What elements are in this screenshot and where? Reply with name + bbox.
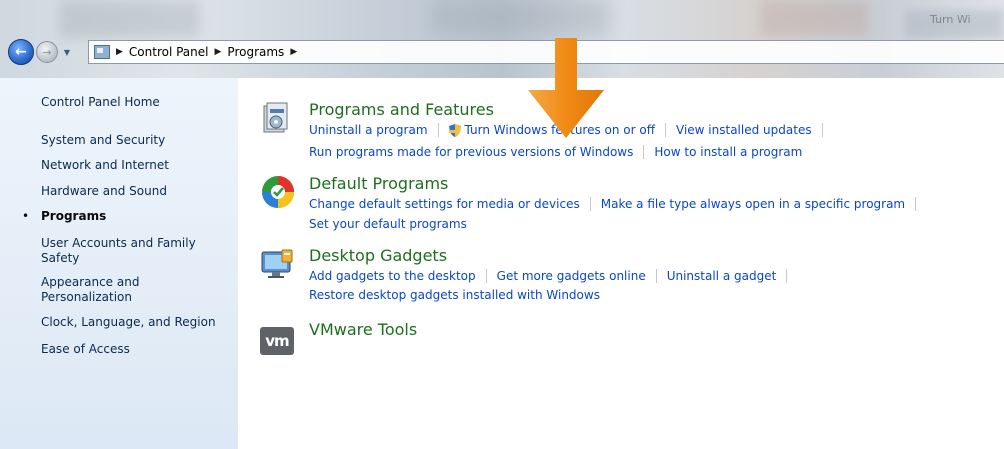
- nav-hardware-and-sound[interactable]: Hardware and Sound: [41, 184, 231, 199]
- programs-features-icon[interactable]: [260, 100, 296, 136]
- vmware-icon[interactable]: vm: [260, 327, 294, 355]
- link-divider: [821, 123, 823, 137]
- programs-and-features-title[interactable]: Programs and Features: [309, 100, 494, 119]
- add-gadgets-link[interactable]: Add gadgets to the desktop: [309, 269, 476, 283]
- nav-control-panel-home[interactable]: Control Panel Home: [41, 95, 231, 110]
- recent-pages-dropdown[interactable]: ▼: [61, 45, 73, 59]
- breadcrumb-chevron-icon[interactable]: ▶: [290, 47, 297, 57]
- vmware-tools-title[interactable]: VMware Tools: [309, 320, 417, 339]
- set-default-programs-link[interactable]: Set your default programs: [309, 217, 467, 231]
- run-older-programs-link[interactable]: Run programs made for previous versions …: [309, 145, 633, 159]
- default-programs-links-row1: Change default settings for media or dev…: [309, 197, 926, 211]
- arrow-right-icon: →: [42, 45, 52, 59]
- back-button[interactable]: ←: [8, 39, 34, 65]
- link-divider: [915, 197, 917, 211]
- get-more-gadgets-link[interactable]: Get more gadgets online: [497, 269, 646, 283]
- control-panel-icon: [94, 45, 110, 59]
- default-programs-title[interactable]: Default Programs: [309, 174, 448, 193]
- desktop-gadgets-title[interactable]: Desktop Gadgets: [309, 246, 447, 265]
- window-chrome: Turn Wi ← → ▼ ▶ Control Panel ▶ Programs…: [0, 0, 1004, 78]
- breadcrumb-chevron-icon[interactable]: ▶: [116, 47, 123, 57]
- left-nav-pane: Control Panel Home System and Security N…: [0, 78, 238, 449]
- nav-network-and-internet[interactable]: Network and Internet: [41, 158, 231, 173]
- nav-user-accounts[interactable]: User Accounts and Family Safety: [41, 236, 211, 266]
- uninstall-gadget-link[interactable]: Uninstall a gadget: [667, 269, 777, 283]
- how-to-install-link[interactable]: How to install a program: [654, 145, 802, 159]
- nav-system-and-security[interactable]: System and Security: [41, 133, 231, 148]
- nav-appearance[interactable]: Appearance and Personalization: [41, 275, 171, 305]
- uninstall-program-link[interactable]: Uninstall a program: [309, 123, 428, 137]
- link-divider: [786, 269, 788, 283]
- default-programs-links-row2: Set your default programs: [309, 217, 467, 231]
- change-default-settings-link[interactable]: Change default settings for media or dev…: [309, 197, 580, 211]
- uac-shield-icon: [448, 123, 461, 137]
- background-window-title: Turn Wi: [930, 13, 971, 26]
- breadcrumb-chevron-icon[interactable]: ▶: [215, 47, 222, 57]
- breadcrumb-programs[interactable]: Programs: [227, 45, 284, 59]
- current-item-bullet: •: [22, 209, 30, 223]
- nav-clock-language-region[interactable]: Clock, Language, and Region: [41, 315, 231, 330]
- restore-gadgets-link[interactable]: Restore desktop gadgets installed with W…: [309, 288, 600, 302]
- nav-programs[interactable]: Programs: [41, 209, 231, 224]
- link-divider: [643, 145, 645, 159]
- nav-ease-of-access[interactable]: Ease of Access: [41, 342, 231, 357]
- arrow-left-icon: ←: [15, 44, 27, 60]
- default-programs-icon[interactable]: [260, 174, 296, 210]
- link-divider: [655, 269, 657, 283]
- forward-button[interactable]: →: [36, 41, 58, 63]
- view-installed-updates-link[interactable]: View installed updates: [676, 123, 812, 137]
- programs-features-links-row2: Run programs made for previous versions …: [309, 145, 802, 159]
- annotation-arrow-icon: [528, 38, 604, 138]
- link-divider: [665, 123, 667, 137]
- link-divider: [485, 269, 487, 283]
- link-divider: [589, 197, 591, 211]
- breadcrumb-control-panel[interactable]: Control Panel: [129, 45, 209, 59]
- desktop-gadgets-links-row2: Restore desktop gadgets installed with W…: [309, 288, 600, 302]
- desktop-gadgets-icon[interactable]: [260, 246, 296, 282]
- chevron-down-icon: ▼: [63, 47, 71, 57]
- link-divider: [437, 123, 439, 137]
- file-type-association-link[interactable]: Make a file type always open in a specif…: [601, 197, 905, 211]
- desktop-gadgets-links-row1: Add gadgets to the desktop Get more gadg…: [309, 269, 797, 283]
